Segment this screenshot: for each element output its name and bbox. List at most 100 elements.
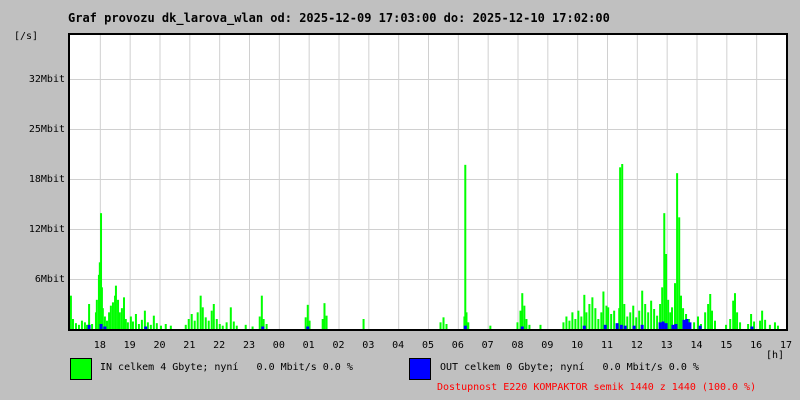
in-traffic-spike [229, 307, 232, 329]
traffic-chart [70, 35, 786, 329]
in-traffic-spike [215, 319, 218, 329]
x-tick-02: 02 [332, 340, 345, 351]
in-traffic-spike [729, 319, 732, 329]
x-tick-03: 03 [362, 340, 375, 351]
in-traffic-spike [733, 293, 736, 329]
in-traffic-spike [583, 294, 586, 329]
in-traffic-spike [187, 319, 190, 329]
in-traffic-spike [621, 164, 624, 329]
out-traffic-spike [99, 324, 103, 329]
out-traffic-spike [750, 326, 754, 329]
in-traffic-spike [321, 319, 324, 329]
in-traffic-spike [597, 319, 600, 329]
in-traffic-spike [707, 304, 710, 329]
in-traffic-spike [196, 312, 199, 329]
x-tick-07: 07 [481, 340, 494, 351]
legend-out-label: OUT celkem 0 Gbyte; nyní 0.0 Mbit/s 0.0 … [440, 362, 699, 373]
legend-in-label: IN celkem 4 Gbyte; nyní 0.0 Mbit/s 0.0 % [100, 362, 353, 373]
out-traffic-spike [603, 324, 607, 329]
in-traffic-spike [739, 322, 742, 329]
in-traffic-spike [134, 314, 137, 329]
in-traffic-spike [152, 315, 155, 329]
in-traffic-spike [747, 324, 750, 329]
in-traffic-spike [159, 325, 162, 329]
in-traffic-spike [602, 291, 605, 329]
in-traffic-spike [676, 173, 679, 329]
in-traffic-spike [591, 297, 594, 329]
in-traffic-spike [650, 300, 653, 329]
in-traffic-spike [199, 295, 202, 329]
x-tick-13: 13 [660, 340, 673, 351]
y-axis-unit-label: [/s] [14, 31, 39, 42]
in-traffic-spike [539, 324, 542, 329]
in-traffic-spike [218, 324, 221, 329]
in-traffic-spike [184, 324, 187, 329]
in-traffic-spike [489, 325, 492, 329]
in-traffic-spike [193, 320, 196, 329]
in-traffic-spike [600, 312, 603, 329]
in-traffic-spike [644, 304, 647, 329]
out-traffic-spike [87, 324, 91, 329]
out-traffic-spike [632, 325, 636, 329]
in-traffic-spike [764, 319, 767, 329]
in-traffic-spike [709, 294, 712, 329]
in-traffic-spike [265, 324, 268, 329]
in-traffic-spike [577, 310, 580, 329]
in-traffic-spike [736, 312, 739, 329]
in-traffic-spike [232, 321, 235, 329]
in-traffic-spike [201, 307, 204, 329]
in-traffic-spike [71, 319, 74, 329]
x-tick-15: 15 [720, 340, 733, 351]
x-tick-20: 20 [153, 340, 166, 351]
in-traffic-spike [519, 310, 522, 329]
in-traffic-spike [613, 310, 616, 329]
in-traffic-spike [124, 319, 127, 329]
out-traffic-spike [640, 324, 644, 329]
in-traffic-spike [713, 320, 716, 329]
legend-in-swatch [70, 358, 92, 380]
in-traffic-spike [258, 316, 261, 329]
in-traffic-spike [759, 320, 762, 329]
out-traffic-spike [682, 319, 686, 329]
in-traffic-spike [111, 302, 114, 329]
in-traffic-spike [251, 326, 254, 329]
in-traffic-spike [221, 325, 224, 329]
x-tick-04: 04 [392, 340, 405, 351]
in-traffic-spike [528, 324, 531, 329]
in-traffic-spike [638, 310, 641, 329]
in-traffic-spike [516, 322, 519, 329]
in-traffic-spike [641, 290, 644, 329]
x-tick-05: 05 [421, 340, 435, 351]
in-traffic-spike [725, 324, 728, 329]
in-traffic-spike [244, 324, 247, 329]
legend-out-swatch [409, 358, 431, 380]
in-traffic-spike [678, 217, 681, 329]
in-traffic-spike [210, 310, 213, 329]
in-traffic-spike [83, 322, 86, 329]
in-traffic-spike [225, 322, 228, 329]
in-traffic-spike [137, 324, 140, 329]
in-traffic-spike [562, 322, 565, 329]
in-traffic-spike [674, 283, 677, 329]
in-traffic-spike [91, 324, 94, 329]
in-traffic-spike [607, 307, 610, 329]
out-traffic-spike [664, 323, 668, 329]
in-traffic-spike [306, 304, 309, 329]
in-traffic-spike [445, 324, 448, 329]
out-traffic-spike [685, 319, 689, 329]
in-traffic-spike [143, 310, 146, 329]
out-traffic-spike [661, 321, 665, 329]
out-traffic-spike [698, 325, 702, 329]
x-tick-19: 19 [123, 340, 136, 351]
in-traffic-spike [362, 319, 365, 329]
out-traffic-spike [306, 326, 310, 329]
out-traffic-spike [623, 325, 627, 329]
in-traffic-spike [74, 323, 77, 329]
in-traffic-spike [704, 312, 707, 329]
x-axis-unit-label: [h] [766, 350, 785, 361]
in-traffic-spike [768, 324, 771, 329]
x-tick-01: 01 [302, 340, 315, 351]
in-traffic-spike [77, 324, 80, 329]
y-tick-12Mbit: 12Mbit [28, 224, 65, 235]
in-traffic-spike [588, 304, 591, 329]
